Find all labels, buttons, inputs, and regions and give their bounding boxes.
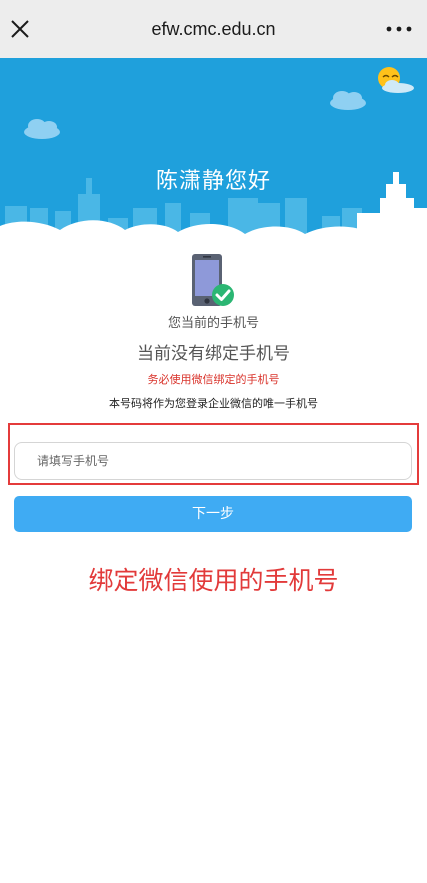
page-url-title: efw.cmc.edu.cn <box>151 19 276 39</box>
not-bound-text: 当前没有绑定手机号 <box>137 344 290 364</box>
annotation-text: 绑定微信使用的手机号 <box>88 566 339 595</box>
note-text: 本号码将作为您登录企业微信的唯一手机号 <box>109 397 318 410</box>
close-icon[interactable] <box>8 17 32 41</box>
greeting-title: 陈潇静您好 <box>155 169 271 194</box>
browser-top-bar: efw.cmc.edu.cn <box>0 0 427 58</box>
header-banner: 陈潇静您好 <box>0 58 427 258</box>
warning-text: 务必使用微信绑定的手机号 <box>147 373 280 386</box>
phone-check-icon <box>192 254 234 306</box>
banner-illustration <box>0 67 427 258</box>
next-step-button[interactable]: 下一步 <box>14 496 412 532</box>
phone-number-input[interactable] <box>14 442 412 480</box>
more-dots-icon[interactable] <box>385 24 413 34</box>
current-phone-label: 您当前的手机号 <box>167 316 259 331</box>
